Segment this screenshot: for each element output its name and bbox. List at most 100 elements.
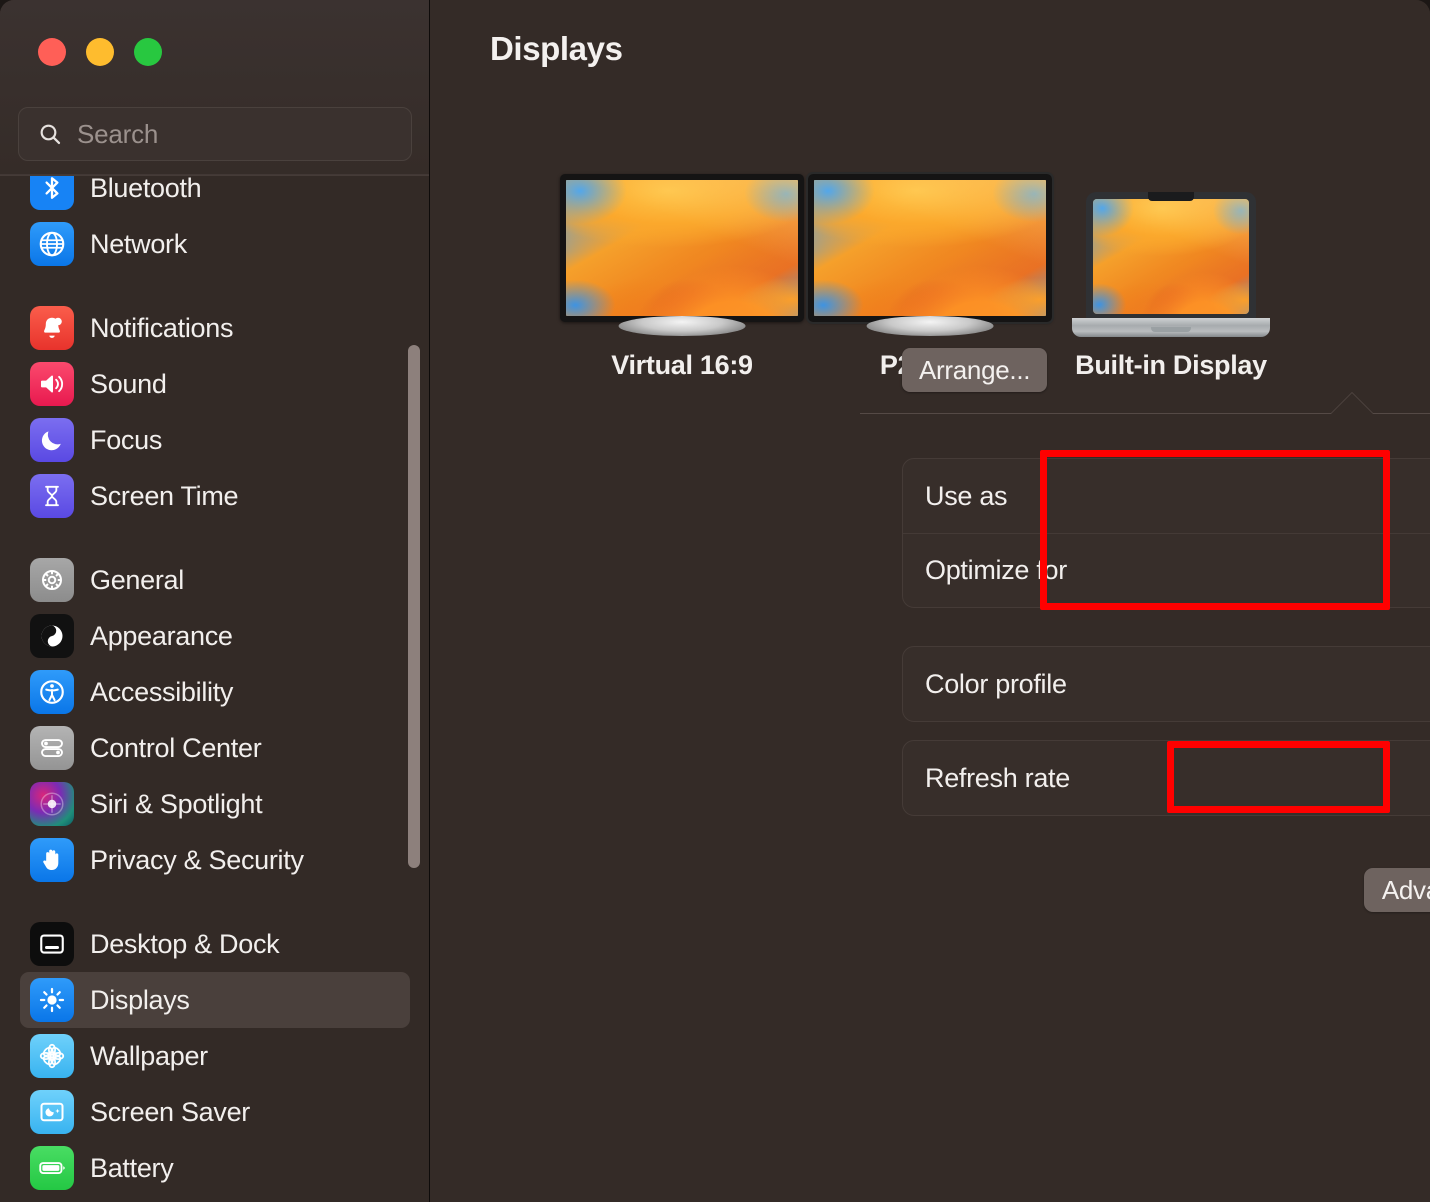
sidebar-group-connectivity: Bluetooth Network: [0, 160, 430, 272]
sidebar-item-label: Network: [90, 229, 187, 260]
monitor-thumbnail: [560, 174, 804, 322]
monitor-stand: [867, 316, 994, 336]
gear-icon: [30, 558, 74, 602]
sidebar-scrollbar[interactable]: [408, 345, 420, 868]
sidebar-item-battery[interactable]: Battery: [20, 1140, 410, 1196]
laptop-trackpad-notch: [1151, 327, 1192, 332]
search-icon: [37, 121, 63, 147]
row-label: Refresh rate: [925, 763, 1070, 794]
sidebar-item-sound[interactable]: Sound: [20, 356, 410, 412]
toggles-icon: [30, 726, 74, 770]
bell-icon: [30, 306, 74, 350]
battery-icon: [30, 1146, 74, 1190]
sidebar-item-label: Sound: [90, 369, 167, 400]
settings-row-color-profile[interactable]: Color profile P25A2R: [903, 647, 1430, 721]
display-label: Virtual 16:9: [560, 350, 804, 381]
monitor-stand: [619, 316, 746, 336]
maximize-button[interactable]: [134, 38, 162, 66]
sidebar-item-focus[interactable]: Focus: [20, 412, 410, 468]
settings-card-use-as: Use as Mirror for Virtual 16:9 Optimize …: [902, 458, 1430, 608]
hourglass-icon: [30, 474, 74, 518]
appearance-icon: [30, 614, 74, 658]
sidebar-item-label: Privacy & Security: [90, 845, 304, 876]
window-controls: [38, 38, 162, 66]
sidebar-group-alerts: Notifications Sound Focus: [0, 300, 430, 524]
close-button[interactable]: [38, 38, 66, 66]
settings-row-optimize-for[interactable]: Optimize for Virtual 16:9: [903, 533, 1430, 607]
moon-icon: [30, 418, 74, 462]
speaker-icon: [30, 362, 74, 406]
sidebar-item-label: Control Center: [90, 733, 261, 764]
sidebar-item-label: Accessibility: [90, 677, 233, 708]
sidebar-item-label: Focus: [90, 425, 162, 456]
sidebar-item-wallpaper[interactable]: Wallpaper: [20, 1028, 410, 1084]
wallpaper-preview: [814, 180, 1046, 316]
minimize-button[interactable]: [86, 38, 114, 66]
sidebar: Bluetooth Network Notifications: [0, 0, 430, 1202]
sidebar-item-label: Battery: [90, 1153, 173, 1184]
sidebar-item-network[interactable]: Network: [20, 216, 410, 272]
sidebar-item-siri-spotlight[interactable]: Siri & Spotlight: [20, 776, 410, 832]
settings-row-refresh-rate[interactable]: Refresh rate 165 Hertz: [903, 741, 1430, 815]
sidebar-item-label: Screen Time: [90, 481, 238, 512]
sidebar-item-label: Notifications: [90, 313, 233, 344]
page-title: Displays: [490, 30, 623, 68]
laptop-thumbnail: [1086, 192, 1256, 320]
sidebar-item-desktop-dock[interactable]: Desktop & Dock: [20, 916, 410, 972]
wallpaper-preview: [1093, 199, 1249, 314]
display-option-virtual-16-9[interactable]: Virtual 16:9: [560, 174, 804, 322]
wallpaper-preview: [566, 180, 798, 316]
arrange-button[interactable]: Arrange...: [902, 348, 1047, 392]
row-label: Color profile: [925, 669, 1067, 700]
sidebar-group-divider: [0, 272, 430, 300]
monitor-thumbnail: [808, 174, 1052, 322]
sidebar-item-screen-saver[interactable]: Screen Saver: [20, 1084, 410, 1140]
siri-icon: [30, 782, 74, 826]
sidebar-header: Search: [0, 0, 430, 175]
sidebar-item-label: Screen Saver: [90, 1097, 250, 1128]
sidebar-item-label: Desktop & Dock: [90, 929, 279, 960]
row-label: Optimize for: [925, 555, 1067, 586]
brightness-icon: [30, 978, 74, 1022]
sidebar-group-desktop: Desktop & Dock Displays Wallpaper: [0, 916, 430, 1196]
sidebar-item-label: General: [90, 565, 184, 596]
display-label: Built-in Display: [1016, 350, 1326, 381]
sidebar-item-notifications[interactable]: Notifications: [20, 300, 410, 356]
display-option-built-in[interactable]: Built-in Display: [1086, 192, 1256, 320]
notch: [1148, 192, 1194, 201]
sidebar-item-screen-time[interactable]: Screen Time: [20, 468, 410, 524]
search-input[interactable]: Search: [18, 107, 412, 161]
sidebar-item-general[interactable]: General: [20, 552, 410, 608]
sidebar-item-label: Bluetooth: [90, 173, 201, 204]
sidebar-item-accessibility[interactable]: Accessibility: [20, 664, 410, 720]
system-settings-window: Bluetooth Network Notifications: [0, 0, 1430, 1202]
sidebar-item-privacy-security[interactable]: Privacy & Security: [20, 832, 410, 888]
sidebar-item-label: Displays: [90, 985, 190, 1016]
row-label: Use as: [925, 481, 1007, 512]
hand-icon: [30, 838, 74, 882]
sidebar-item-label: Siri & Spotlight: [90, 789, 262, 820]
accessibility-icon: [30, 670, 74, 714]
display-option-p25a2r[interactable]: P25A2R: [808, 174, 1052, 322]
wallpaper-icon: [30, 1034, 74, 1078]
sidebar-group-divider: [0, 524, 430, 552]
settings-card-color-profile: Color profile P25A2R: [902, 646, 1430, 722]
sidebar-group-system: General Appearance Accessibility: [0, 552, 430, 888]
sidebar-header-divider: [0, 175, 430, 176]
sidebar-scroll-area[interactable]: Bluetooth Network Notifications: [0, 0, 430, 1202]
main-content: Displays Virtual 16:9: [430, 0, 1430, 1202]
settings-card-refresh-rate: Refresh rate 165 Hertz: [902, 740, 1430, 816]
search-placeholder: Search: [77, 119, 158, 150]
sidebar-item-label: Appearance: [90, 621, 233, 652]
screensaver-icon: [30, 1090, 74, 1134]
sidebar-item-displays[interactable]: Displays: [20, 972, 410, 1028]
sidebar-item-control-center[interactable]: Control Center: [20, 720, 410, 776]
separator-line: [860, 413, 1430, 414]
sidebar-item-label: Wallpaper: [90, 1041, 208, 1072]
globe-icon: [30, 222, 74, 266]
advanced-button[interactable]: Advanced...: [1364, 868, 1430, 912]
desktop-dock-icon: [30, 922, 74, 966]
footer-buttons: Advanced... Detect Displays ?: [430, 868, 1430, 912]
settings-row-use-as[interactable]: Use as Mirror for Virtual 16:9: [903, 459, 1430, 533]
sidebar-item-appearance[interactable]: Appearance: [20, 608, 410, 664]
